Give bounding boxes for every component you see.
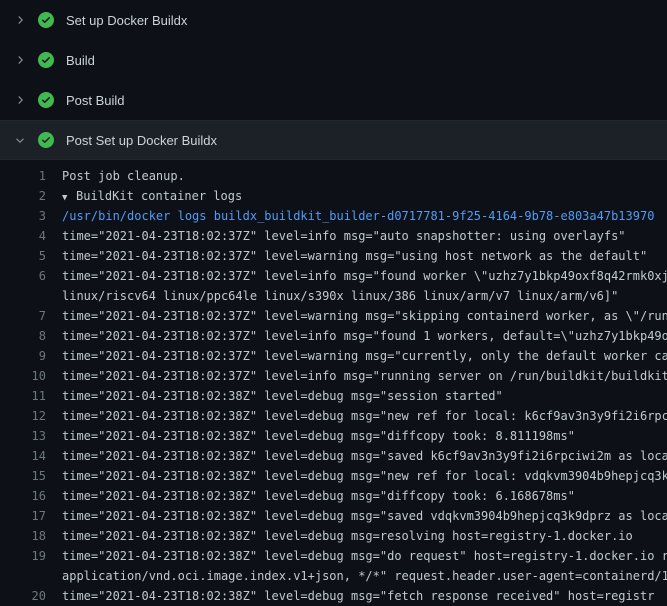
line-text: time="2021-04-23T18:02:37Z" level=warnin… xyxy=(46,306,667,326)
line-text: time="2021-04-23T18:02:38Z" level=debug … xyxy=(46,406,667,426)
line-text: time="2021-04-23T18:02:38Z" level=debug … xyxy=(46,386,667,406)
chevron-icon[interactable] xyxy=(12,132,28,148)
line-number[interactable]: 10 xyxy=(0,366,46,386)
log-line: 13 time="2021-04-23T18:02:38Z" level=deb… xyxy=(0,426,667,446)
step-label: Set up Docker Buildx xyxy=(66,13,187,28)
log-line: 11 time="2021-04-23T18:02:38Z" level=deb… xyxy=(0,386,667,406)
line-number[interactable]: 8 xyxy=(0,326,46,346)
log-line: 8 time="2021-04-23T18:02:37Z" level=info… xyxy=(0,326,667,346)
line-number[interactable]: 4 xyxy=(0,226,46,246)
check-circle-icon xyxy=(38,52,54,68)
log-line: 3 /usr/bin/docker logs buildx_buildkit_b… xyxy=(0,206,667,226)
log-line: 19 time="2021-04-23T18:02:38Z" level=deb… xyxy=(0,546,667,566)
line-number[interactable]: 17 xyxy=(0,506,46,526)
line-number[interactable]: 2 xyxy=(0,186,46,206)
line-text: time="2021-04-23T18:02:37Z" level=info m… xyxy=(46,326,667,346)
line-number[interactable] xyxy=(0,286,46,306)
chevron-icon[interactable] xyxy=(12,92,28,108)
step-header[interactable]: Build xyxy=(0,40,667,80)
line-text: /usr/bin/docker logs buildx_buildkit_bui… xyxy=(46,206,667,226)
check-circle-icon xyxy=(38,132,54,148)
line-number[interactable]: 7 xyxy=(0,306,46,326)
line-text: linux/riscv64 linux/ppc64le linux/s390x … xyxy=(46,286,667,306)
check-circle-icon xyxy=(38,92,54,108)
step-header[interactable]: Set up Docker Buildx xyxy=(0,0,667,40)
chevron-icon[interactable] xyxy=(12,12,28,28)
log-line: 17 time="2021-04-23T18:02:38Z" level=deb… xyxy=(0,506,667,526)
log-line: 20 time="2021-04-23T18:02:38Z" level=deb… xyxy=(0,586,667,606)
step-label: Post Build xyxy=(66,93,125,108)
line-text: time="2021-04-23T18:02:38Z" level=debug … xyxy=(46,506,667,526)
step-label: Build xyxy=(66,53,95,68)
line-number[interactable]: 14 xyxy=(0,446,46,466)
line-number[interactable]: 3 xyxy=(0,206,46,226)
log-line: 18 time="2021-04-23T18:02:38Z" level=deb… xyxy=(0,526,667,546)
line-number[interactable]: 19 xyxy=(0,546,46,566)
step-header[interactable]: Post Build xyxy=(0,80,667,120)
log-line: linux/riscv64 linux/ppc64le linux/s390x … xyxy=(0,286,667,306)
line-text: time="2021-04-23T18:02:38Z" level=debug … xyxy=(46,526,667,546)
log-lines: 1 Post job cleanup. 2 ▼BuildKit containe… xyxy=(0,160,667,606)
log-line: 16 time="2021-04-23T18:02:38Z" level=deb… xyxy=(0,486,667,506)
line-number[interactable]: 15 xyxy=(0,466,46,486)
line-number[interactable]: 5 xyxy=(0,246,46,266)
line-text: time="2021-04-23T18:02:38Z" level=debug … xyxy=(46,446,667,466)
line-number[interactable]: 1 xyxy=(0,166,46,186)
line-number[interactable]: 11 xyxy=(0,386,46,406)
line-text: time="2021-04-23T18:02:38Z" level=debug … xyxy=(46,486,667,506)
line-text: time="2021-04-23T18:02:38Z" level=debug … xyxy=(46,586,667,606)
log-line: 1 Post job cleanup. xyxy=(0,166,667,186)
line-number[interactable]: 18 xyxy=(0,526,46,546)
line-text: time="2021-04-23T18:02:37Z" level=warnin… xyxy=(46,246,667,266)
log-line: 15 time="2021-04-23T18:02:38Z" level=deb… xyxy=(0,466,667,486)
line-text: time="2021-04-23T18:02:38Z" level=debug … xyxy=(46,546,667,566)
line-text: time="2021-04-23T18:02:37Z" level=info m… xyxy=(46,366,667,386)
line-text: Post job cleanup. xyxy=(46,166,667,186)
line-text: ▼BuildKit container logs xyxy=(46,186,667,206)
log-line: 9 time="2021-04-23T18:02:37Z" level=warn… xyxy=(0,346,667,366)
line-number[interactable]: 16 xyxy=(0,486,46,506)
step-label: Post Set up Docker Buildx xyxy=(66,133,217,148)
check-circle-icon xyxy=(38,12,54,28)
log-line: 10 time="2021-04-23T18:02:37Z" level=inf… xyxy=(0,366,667,386)
log-line: 4 time="2021-04-23T18:02:37Z" level=info… xyxy=(0,226,667,246)
line-number[interactable]: 9 xyxy=(0,346,46,366)
log-line: 2 ▼BuildKit container logs xyxy=(0,186,667,206)
log-line: 6 time="2021-04-23T18:02:37Z" level=info… xyxy=(0,266,667,286)
log-line: application/vnd.oci.image.index.v1+json,… xyxy=(0,566,667,586)
line-text: time="2021-04-23T18:02:37Z" level=info m… xyxy=(46,226,667,246)
line-text: application/vnd.oci.image.index.v1+json,… xyxy=(46,566,667,586)
log-line: 12 time="2021-04-23T18:02:38Z" level=deb… xyxy=(0,406,667,426)
log-line: 7 time="2021-04-23T18:02:37Z" level=warn… xyxy=(0,306,667,326)
line-number[interactable]: 13 xyxy=(0,426,46,446)
log-group-toggle-icon[interactable]: ▼ xyxy=(62,188,76,206)
line-number[interactable]: 12 xyxy=(0,406,46,426)
steps-list: Set up Docker Buildx Build Post Build xyxy=(0,0,667,160)
line-number[interactable]: 6 xyxy=(0,266,46,286)
step-header[interactable]: Post Set up Docker Buildx xyxy=(0,120,667,160)
line-number[interactable]: 20 xyxy=(0,586,46,606)
line-text: time="2021-04-23T18:02:38Z" level=debug … xyxy=(46,426,667,446)
log-line: 5 time="2021-04-23T18:02:37Z" level=warn… xyxy=(0,246,667,266)
line-text: time="2021-04-23T18:02:37Z" level=warnin… xyxy=(46,346,667,366)
chevron-icon[interactable] xyxy=(12,52,28,68)
line-text: time="2021-04-23T18:02:37Z" level=info m… xyxy=(46,266,667,286)
log-line: 14 time="2021-04-23T18:02:38Z" level=deb… xyxy=(0,446,667,466)
line-number[interactable] xyxy=(0,566,46,586)
line-text: time="2021-04-23T18:02:38Z" level=debug … xyxy=(46,466,667,486)
